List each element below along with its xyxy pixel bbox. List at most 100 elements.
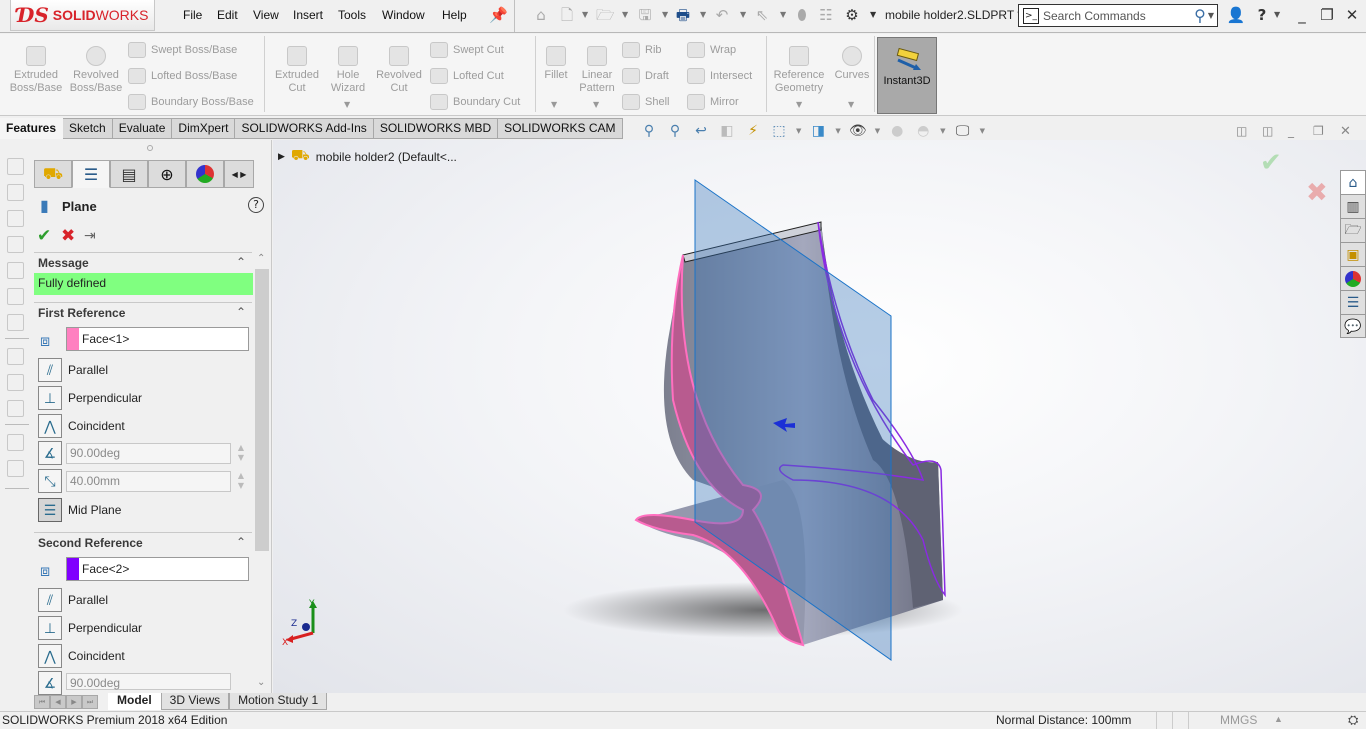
coincident-option[interactable]: ⋀ Coincident bbox=[38, 644, 125, 668]
minimize-button[interactable]: _ bbox=[1292, 6, 1312, 24]
next-tab-icon[interactable]: ▶ bbox=[66, 694, 82, 709]
offset-distance-option[interactable]: ⤡ bbox=[38, 469, 62, 493]
message-section-header[interactable]: Message ⌃ bbox=[34, 252, 252, 272]
instant3d-button[interactable]: Instant3D bbox=[877, 37, 937, 114]
help-question-icon[interactable]: ? bbox=[248, 197, 264, 213]
linear-pattern-button[interactable]: Linear Pattern bbox=[576, 40, 618, 95]
curves-dropdown-icon[interactable]: ▼ bbox=[848, 100, 854, 109]
units-dropdown-icon[interactable]: ▲ bbox=[1274, 714, 1283, 724]
user-account-icon[interactable]: 👤 bbox=[1226, 6, 1246, 24]
shell-button[interactable]: Shell bbox=[622, 94, 669, 110]
hole-wizard-dropdown-icon[interactable]: ▼ bbox=[344, 100, 350, 109]
view-palette-icon[interactable]: ▣ bbox=[1341, 243, 1365, 267]
help-dropdown-icon[interactable]: ▼ bbox=[1274, 10, 1280, 19]
swept-cut-button[interactable]: Swept Cut bbox=[430, 42, 504, 58]
section-view-icon[interactable]: ◧ bbox=[718, 122, 736, 140]
menu-help[interactable]: Help bbox=[442, 8, 467, 22]
viewport-minimize-icon[interactable]: _ bbox=[1288, 124, 1294, 138]
prev-tab-icon[interactable]: ◀ bbox=[50, 694, 66, 709]
view-cube-icon[interactable] bbox=[7, 236, 24, 253]
perpendicular-option[interactable]: ⊥ Perpendicular bbox=[38, 386, 142, 410]
tools-wrench-icon[interactable] bbox=[7, 374, 24, 391]
angle-input[interactable]: 90.00deg bbox=[66, 673, 231, 690]
last-tab-icon[interactable]: ⏭ bbox=[82, 694, 98, 709]
menu-insert[interactable]: Insert bbox=[293, 8, 323, 22]
viewport-split-right-icon[interactable]: ◫ bbox=[1262, 124, 1273, 138]
tab-features[interactable]: Features bbox=[0, 118, 64, 139]
cancel-x-button[interactable]: ✖ bbox=[61, 226, 75, 246]
save-icon[interactable]: 🖫 bbox=[636, 6, 654, 24]
viewport-restore-icon[interactable]: ❐ bbox=[1313, 124, 1324, 138]
lofted-cut-button[interactable]: Lofted Cut bbox=[430, 68, 504, 84]
previous-view-icon[interactable]: ↩ bbox=[692, 122, 710, 140]
open-folder-icon[interactable]: 🗁 bbox=[596, 6, 615, 24]
search-icon[interactable]: ⚲ bbox=[1194, 6, 1206, 25]
scroll-left-icon[interactable]: ◀ bbox=[232, 170, 238, 179]
panel-collapse-handle[interactable] bbox=[147, 145, 153, 151]
options-gear-icon[interactable]: ⚙ bbox=[843, 6, 861, 24]
viewport-split-left-icon[interactable]: ◫ bbox=[1236, 124, 1247, 138]
undo-icon[interactable]: ↶ bbox=[713, 6, 731, 24]
menu-file[interactable]: File bbox=[183, 8, 202, 22]
revolved-boss-base-button[interactable]: Revolved Boss/Base bbox=[68, 40, 124, 95]
sketch-select-icon[interactable] bbox=[7, 348, 24, 365]
zoom-to-fit-icon[interactable]: ⚲ bbox=[640, 122, 658, 140]
layers-icon[interactable] bbox=[7, 460, 24, 477]
second-reference-selection-box[interactable]: Face<2> bbox=[66, 557, 249, 581]
layers-icon[interactable] bbox=[7, 434, 24, 451]
keep-visible-pushpin-icon[interactable]: ⇥ bbox=[84, 228, 96, 244]
options-dropdown-icon[interactable]: ▼ bbox=[870, 10, 876, 19]
mirror-button[interactable]: Mirror bbox=[687, 94, 739, 110]
undo-dropdown-icon[interactable]: ▼ bbox=[740, 10, 746, 19]
zoom-to-area-icon[interactable]: ⚲ bbox=[666, 122, 684, 140]
menu-tools[interactable]: Tools bbox=[338, 8, 366, 22]
ok-checkmark-button[interactable]: ✔ bbox=[37, 226, 51, 246]
screen-capture-icon[interactable] bbox=[7, 400, 24, 417]
angle-input[interactable]: 90.00deg bbox=[66, 443, 231, 464]
apply-scene-icon[interactable]: ◓ bbox=[914, 122, 932, 140]
view-orientation-icon[interactable]: ⬚ bbox=[770, 122, 788, 140]
design-library-icon[interactable]: ▥ bbox=[1341, 195, 1365, 219]
hide-show-items-icon[interactable]: 👁 bbox=[849, 122, 867, 140]
wrap-button[interactable]: Wrap bbox=[687, 42, 736, 58]
tab-motion-study-1[interactable]: Motion Study 1 bbox=[229, 693, 328, 710]
print-dropdown-icon[interactable]: ▼ bbox=[700, 10, 706, 19]
forum-icon[interactable]: 💬 bbox=[1341, 315, 1365, 339]
parallel-option[interactable]: ⫽ Parallel bbox=[38, 358, 108, 382]
home-icon[interactable]: ⌂ bbox=[532, 6, 550, 24]
new-dropdown-icon[interactable]: ▼ bbox=[582, 10, 588, 19]
graphics-area[interactable]: Y Z X bbox=[273, 140, 1366, 693]
tab-evaluate[interactable]: Evaluate bbox=[112, 118, 173, 139]
menu-view[interactable]: View bbox=[253, 8, 279, 22]
featuremanager-tab[interactable]: ⛟ bbox=[34, 160, 72, 188]
rib-button[interactable]: Rib bbox=[622, 42, 662, 58]
fillet-dropdown-icon[interactable]: ▼ bbox=[551, 100, 557, 109]
close-button[interactable]: ✕ bbox=[1342, 6, 1362, 24]
pin-icon[interactable]: 📌 bbox=[489, 6, 508, 24]
view-cube-icon[interactable] bbox=[7, 288, 24, 305]
select-cursor-icon[interactable]: ⇖ bbox=[753, 6, 771, 24]
scroll-up-icon[interactable]: ⌃ bbox=[257, 253, 265, 264]
scroll-right-icon[interactable]: ▶ bbox=[240, 170, 246, 179]
confirmation-corner-ok-icon[interactable]: ✔ bbox=[1260, 148, 1282, 178]
solidworks-logo[interactable]: ƊS SOLID WORKS bbox=[10, 0, 155, 31]
confirmation-corner-cancel-icon[interactable]: ✖ bbox=[1306, 178, 1328, 208]
scrollbar-thumb[interactable] bbox=[255, 269, 269, 551]
dimxpertmanager-tab[interactable]: ⊕ bbox=[148, 160, 186, 188]
hole-wizard-button[interactable]: Hole Wizard bbox=[324, 40, 372, 95]
collapse-chevron-icon[interactable]: ⌃ bbox=[236, 255, 246, 269]
extruded-cut-button[interactable]: Extruded Cut bbox=[272, 40, 322, 95]
boundary-cut-button[interactable]: Boundary Cut bbox=[430, 94, 520, 110]
linear-pattern-dropdown-icon[interactable]: ▼ bbox=[593, 100, 599, 109]
menu-edit[interactable]: Edit bbox=[217, 8, 238, 22]
first-reference-header[interactable]: First Reference ⌃ bbox=[34, 302, 252, 322]
tab-model[interactable]: Model bbox=[108, 693, 161, 710]
rebuild-icon[interactable]: ⬮ bbox=[793, 6, 811, 24]
view-cube-icon[interactable] bbox=[7, 210, 24, 227]
tab-solidworks-add-ins[interactable]: SOLIDWORKS Add-Ins bbox=[235, 118, 374, 139]
save-dropdown-icon[interactable]: ▼ bbox=[662, 10, 668, 19]
first-reference-selection-box[interactable]: Face<1> bbox=[66, 327, 249, 351]
draft-button[interactable]: Draft bbox=[622, 68, 669, 84]
tab-3d-views[interactable]: 3D Views bbox=[160, 693, 230, 710]
mid-plane-option[interactable]: ☰ Mid Plane bbox=[38, 498, 121, 522]
